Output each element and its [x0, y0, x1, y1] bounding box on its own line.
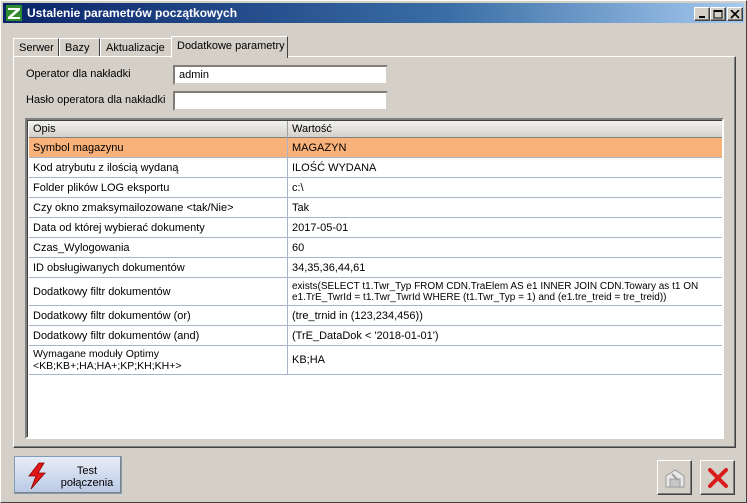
table-row[interactable]: Dodatkowy filtr dokumentów (and) (TrE_Da… [29, 326, 722, 346]
cell-opis: Data od której wybierać dokumenty [29, 218, 288, 237]
red-x-icon [706, 466, 730, 493]
table-row[interactable]: Wymagane moduły Optimy <KB;KB+;HA;HA+;KP… [29, 346, 722, 375]
cell-opis: Symbol magazynu [29, 138, 288, 157]
tab-label: Dodatkowe parametry [177, 40, 285, 52]
table-row[interactable]: Czy okno zmaksymailozowane <tak/Nie> Tak [29, 198, 722, 218]
column-header-wartosc[interactable]: Wartość [288, 121, 722, 138]
title-bar[interactable]: Ustalenie parametrów początkowych [3, 3, 744, 23]
cell-opis: Dodatkowy filtr dokumentów (or) [29, 306, 288, 325]
close-icon [730, 10, 740, 19]
table-row[interactable]: Czas_Wylogowania 60 [29, 238, 722, 258]
table-row[interactable]: ID obsługiwanych dokumentów 34,35,36,44,… [29, 258, 722, 278]
save-button[interactable] [657, 460, 692, 495]
table-row[interactable]: Dodatkowy filtr dokumentów exists(SELECT… [29, 278, 722, 306]
table-row[interactable]: Data od której wybierać dokumenty 2017-0… [29, 218, 722, 238]
save-disabled-icon [663, 466, 687, 493]
cell-opis: Kod atrybutu z ilością wydaną [29, 158, 288, 177]
grid-header: Opis Wartość [29, 121, 722, 138]
minimize-button[interactable] [694, 7, 710, 21]
tab-serwer[interactable]: Serwer [13, 38, 59, 57]
password-input[interactable] [173, 91, 388, 111]
tab-label: Aktualizacje [106, 42, 165, 54]
close-window-button[interactable] [727, 7, 743, 21]
cell-wartosc: MAGAZYN [292, 141, 347, 154]
cell-wartosc: Tak [292, 201, 310, 214]
tab-bazy[interactable]: Bazy [59, 38, 100, 57]
cell-wartosc: 34,35,36,44,61 [292, 261, 366, 274]
operator-input[interactable] [173, 65, 388, 85]
password-label: Hasło operatora dla nakładki [26, 94, 166, 106]
cell-wartosc: exists(SELECT t1.Twr_Typ FROM CDN.TraEle… [292, 280, 699, 303]
cell-opis: Dodatkowy filtr dokumentów (and) [29, 326, 288, 345]
minimize-icon [699, 16, 705, 18]
tab-label: Serwer [19, 42, 54, 54]
cell-opis: ID obsługiwanych dokumentów [29, 258, 288, 277]
cell-wartosc: (TrE_DataDok < '2018-01-01') [292, 329, 439, 342]
window-title: Ustalenie parametrów początkowych [27, 6, 238, 20]
cell-wartosc: c:\ [292, 181, 304, 194]
cell-wartosc: (tre_trnid in (123,234,456)) [292, 309, 423, 322]
test-connection-label: Test połączenia [60, 465, 114, 489]
cell-opis: Dodatkowy filtr dokumentów [29, 278, 288, 305]
lightning-icon [25, 462, 49, 493]
table-row[interactable]: Symbol magazynu MAGAZYN [29, 138, 722, 158]
table-row[interactable]: Kod atrybutu z ilością wydaną ILOŚĆ WYDA… [29, 158, 722, 178]
tab-label: Bazy [65, 42, 90, 54]
cell-opis: Czas_Wylogowania [29, 238, 288, 257]
cell-wartosc: 2017-05-01 [292, 221, 349, 234]
operator-label: Operator dla nakładki [26, 68, 131, 80]
main-window: Ustalenie parametrów początkowych Serwer… [0, 0, 747, 503]
table-row[interactable]: Folder plików LOG eksportu c:\ [29, 178, 722, 198]
cell-opis: Czy okno zmaksymailozowane <tak/Nie> [29, 198, 288, 217]
table-row[interactable]: Dodatkowy filtr dokumentów (or) (tre_trn… [29, 306, 722, 326]
maximize-button[interactable] [710, 7, 726, 21]
column-header-opis[interactable]: Opis [29, 121, 288, 138]
close-button[interactable] [700, 460, 735, 495]
tab-dodatkowe-parametry[interactable]: Dodatkowe parametry [171, 36, 288, 58]
cell-opis: Wymagane moduły Optimy <KB;KB+;HA;HA+;KP… [29, 346, 288, 374]
cell-wartosc: 60 [292, 241, 305, 254]
maximize-icon [713, 10, 723, 19]
cell-opis: Folder plików LOG eksportu [29, 178, 288, 197]
tab-aktualizacje[interactable]: Aktualizacje [100, 38, 181, 57]
app-icon [6, 5, 22, 21]
test-connection-button[interactable]: Test połączenia [14, 456, 122, 494]
parameters-grid[interactable]: Opis Wartość Symbol magazynu MAGAZYN Kod… [25, 118, 724, 439]
cell-wartosc: ILOŚĆ WYDANA [292, 161, 377, 174]
cell-wartosc: KB;HA [292, 354, 326, 366]
